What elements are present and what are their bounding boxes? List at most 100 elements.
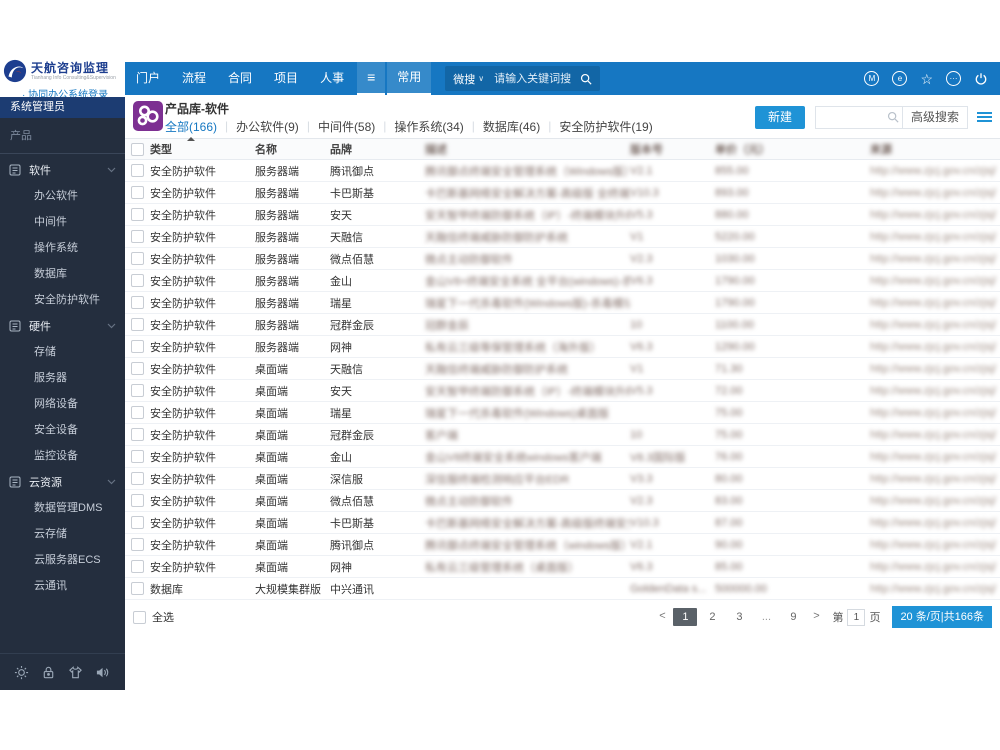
document-icon bbox=[9, 476, 21, 488]
theme-shirt-icon[interactable] bbox=[68, 665, 83, 680]
page-button-1[interactable]: 1 bbox=[673, 608, 698, 626]
row-checkbox[interactable] bbox=[131, 384, 144, 397]
sidebar-group-2[interactable]: 硬件 bbox=[0, 313, 125, 339]
tab-2[interactable]: 办公软件(9) bbox=[236, 118, 299, 135]
cell-price-blurred: 1790.00 bbox=[715, 274, 755, 287]
sidebar-item[interactable]: 中间件 bbox=[0, 209, 125, 235]
sidebar-item[interactable]: 云通讯 bbox=[0, 573, 125, 599]
cell-name: 服务器端 bbox=[255, 319, 299, 332]
sidebar-item[interactable]: 办公软件 bbox=[0, 183, 125, 209]
row-checkbox-cell bbox=[125, 186, 150, 199]
settings-icon[interactable] bbox=[14, 665, 29, 680]
page-button-2[interactable]: 2 bbox=[700, 608, 724, 626]
sidebar-item[interactable]: 安全防护软件 bbox=[0, 287, 125, 313]
sidebar-item[interactable]: 数据管理DMS bbox=[0, 495, 125, 521]
lock-icon[interactable] bbox=[41, 665, 56, 680]
more-circle-icon[interactable]: ··· bbox=[946, 71, 961, 86]
nav-item-2[interactable]: 流程 bbox=[171, 62, 217, 95]
cell-name: 桌面端 bbox=[255, 429, 288, 442]
row-checkbox-cell bbox=[125, 230, 150, 243]
row-checkbox[interactable] bbox=[131, 164, 144, 177]
message-circle-icon[interactable]: e bbox=[892, 71, 908, 86]
next-page-button[interactable]: > bbox=[808, 608, 824, 626]
cell-price-blurred: 893.00 bbox=[715, 186, 749, 199]
cell-price-blurred: 75.00 bbox=[715, 406, 743, 419]
row-checkbox-cell bbox=[125, 164, 150, 177]
tab-1[interactable]: 全部(166) bbox=[165, 118, 217, 141]
cell-source-blurred: http://www.zjcj.gov.cn/zjsj/ bbox=[870, 516, 997, 529]
advanced-search-input[interactable] bbox=[815, 107, 884, 127]
row-checkbox[interactable] bbox=[131, 472, 144, 485]
row-checkbox-cell bbox=[125, 450, 150, 463]
cell-type: 安全防护软件 bbox=[150, 517, 216, 530]
tab-3[interactable]: 中间件(58) bbox=[318, 118, 375, 135]
nav-item-4[interactable]: 项目 bbox=[263, 62, 309, 95]
select-all-checkbox[interactable] bbox=[133, 610, 146, 624]
sidebar-item[interactable]: 云服务器ECS bbox=[0, 547, 125, 573]
sidebar-group-3[interactable]: 云资源 bbox=[0, 469, 125, 495]
row-checkbox[interactable] bbox=[131, 582, 144, 595]
row-checkbox[interactable] bbox=[131, 494, 144, 507]
search-icon[interactable] bbox=[580, 73, 592, 85]
row-checkbox[interactable] bbox=[131, 340, 144, 353]
cell-description-blurred: 腾讯御点终端安全管理系统（windows版）V2.1） bbox=[425, 539, 630, 552]
top-navigation: 门户流程合同项目人事 ≡ 常用 微搜 ∨ M e ☆ ··· bbox=[125, 62, 1000, 95]
tab-5[interactable]: 数据库(46) bbox=[483, 118, 540, 135]
row-checkbox[interactable] bbox=[131, 516, 144, 529]
page-button-9[interactable]: 9 bbox=[781, 608, 805, 626]
page-jump-input[interactable]: 1 bbox=[847, 608, 866, 626]
row-checkbox[interactable] bbox=[131, 538, 144, 551]
row-checkbox[interactable] bbox=[131, 274, 144, 287]
tab-6[interactable]: 安全防护软件(19) bbox=[559, 118, 652, 135]
m-circle-icon[interactable]: M bbox=[864, 71, 880, 86]
sidebar-item[interactable]: 网络设备 bbox=[0, 391, 125, 417]
table-footer: 全选 <1 2 3... 9 > 第 1 页 20 条/页|共166条 bbox=[125, 605, 1000, 629]
cell-description-blurred: 瑞星下一代杀毒软件(Windows版)-杀毒模块 bbox=[425, 297, 630, 310]
star-icon[interactable]: ☆ bbox=[920, 72, 933, 86]
nav-item-3[interactable]: 合同 bbox=[217, 62, 263, 95]
new-button[interactable]: 新建 bbox=[754, 105, 805, 129]
header-checkbox[interactable] bbox=[131, 142, 144, 156]
page-jump-suffix: 页 bbox=[869, 612, 881, 624]
tab-4[interactable]: 操作系统(34) bbox=[394, 118, 463, 135]
row-checkbox[interactable] bbox=[131, 230, 144, 243]
nav-item-5[interactable]: 人事 bbox=[309, 62, 355, 95]
row-checkbox[interactable] bbox=[131, 186, 144, 199]
row-checkbox[interactable] bbox=[131, 208, 144, 221]
page-size-badge[interactable]: 20 条/页|共166条 bbox=[892, 606, 992, 628]
global-search-input[interactable] bbox=[492, 71, 581, 86]
row-checkbox[interactable] bbox=[131, 560, 144, 573]
sidebar-item[interactable]: 存储 bbox=[0, 339, 125, 365]
table-row: 安全防护软件 服务器端 网神 私有云三级等保管理系统（海外版） V6.3 1290.00 h… bbox=[125, 336, 1000, 358]
header-checkbox-cell bbox=[125, 142, 150, 156]
sidebar-item[interactable]: 云存储 bbox=[0, 521, 125, 547]
volume-icon[interactable] bbox=[95, 665, 111, 680]
search-category-dropdown[interactable]: 微搜 ∨ bbox=[453, 71, 484, 87]
page-button-3[interactable]: 3 bbox=[727, 608, 751, 626]
row-checkbox[interactable] bbox=[131, 362, 144, 375]
search-icon[interactable] bbox=[884, 111, 902, 123]
nav-item-common[interactable]: 常用 bbox=[387, 62, 432, 95]
sidebar-item[interactable]: 监控设备 bbox=[0, 443, 125, 469]
sidebar-item[interactable]: 安全设备 bbox=[0, 417, 125, 443]
cell-type: 安全防护软件 bbox=[150, 561, 216, 574]
power-icon[interactable] bbox=[974, 72, 988, 86]
nav-item-1[interactable]: 门户 bbox=[125, 62, 171, 95]
sidebar-item[interactable]: 服务器 bbox=[0, 365, 125, 391]
row-checkbox[interactable] bbox=[131, 318, 144, 331]
nav-burger-icon[interactable]: ≡ bbox=[357, 62, 386, 95]
table-row: 安全防护软件 服务器端 微点佰慧 微点主动防御软件 V2.3 1030.00 http://… bbox=[125, 248, 1000, 270]
prev-page-button[interactable]: < bbox=[654, 608, 670, 626]
row-checkbox[interactable] bbox=[131, 406, 144, 419]
row-checkbox[interactable] bbox=[131, 296, 144, 309]
advanced-search-button[interactable]: 高级搜索 bbox=[901, 106, 967, 128]
cell-brand: 金山 bbox=[330, 275, 352, 288]
row-checkbox[interactable] bbox=[131, 450, 144, 463]
list-view-icon[interactable] bbox=[977, 111, 992, 123]
sidebar-item[interactable]: 操作系统 bbox=[0, 235, 125, 261]
sidebar-group-1[interactable]: 软件 bbox=[0, 157, 125, 183]
sidebar-item[interactable]: 数据库 bbox=[0, 261, 125, 287]
row-checkbox[interactable] bbox=[131, 428, 144, 441]
row-checkbox-cell bbox=[125, 340, 150, 353]
row-checkbox[interactable] bbox=[131, 252, 144, 265]
